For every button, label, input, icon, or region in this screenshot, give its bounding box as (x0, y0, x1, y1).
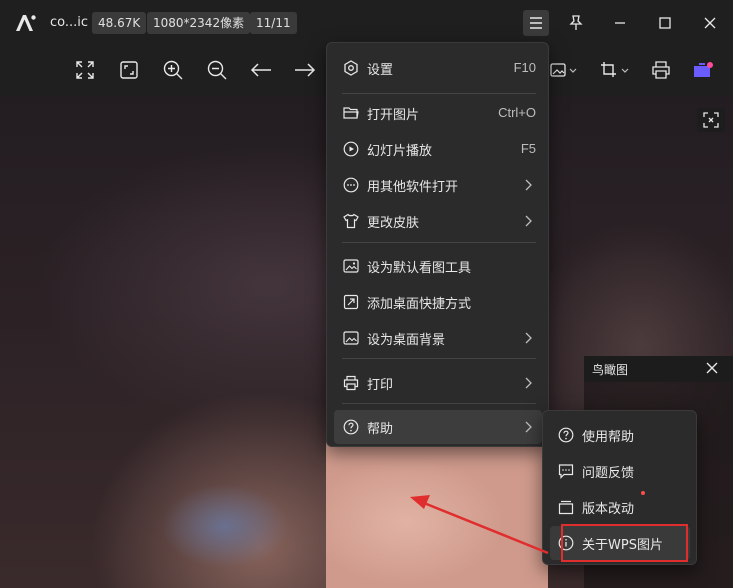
file-size-badge: 48.67K (92, 12, 147, 34)
shirt-icon (343, 213, 359, 229)
menu-item-label: 设为默认看图工具 (367, 261, 472, 276)
menu-separator (342, 93, 536, 94)
fit-to-screen-button[interactable] (697, 108, 725, 132)
menu-item-help[interactable]: 帮助 (334, 410, 542, 444)
menu-item-label: 打开图片 (367, 108, 420, 123)
annotation-highlight-box (561, 524, 688, 562)
title-bar: co...ic 48.67K 1080*2342像素 11/11 (0, 0, 733, 46)
feedback-icon (558, 464, 574, 479)
menu-item-label: 幻灯片播放 (367, 144, 433, 159)
menu-item-label: 更改皮肤 (367, 216, 420, 231)
fullscreen-icon (76, 61, 94, 79)
image-icon (343, 259, 359, 273)
menu-item-open-image[interactable]: 打开图片 Ctrl+O (334, 96, 542, 130)
submenu-item-feedback[interactable]: 问题反馈 (550, 454, 690, 488)
submenu-item-label: 问题反馈 (582, 466, 635, 481)
chevron-right-icon (525, 377, 532, 389)
pin-icon (569, 15, 583, 30)
close-icon[interactable] (705, 361, 719, 375)
submenu-item-label: 版本改动 (582, 502, 635, 517)
image-region (326, 442, 548, 588)
previous-image-button[interactable] (246, 55, 276, 85)
menu-item-label: 用其他软件打开 (367, 180, 459, 195)
overview-title: 鸟瞰图 (592, 363, 629, 377)
menu-item-print[interactable]: 打印 (334, 366, 542, 400)
maximize-button[interactable] (652, 10, 678, 36)
chevron-right-icon (525, 179, 532, 191)
next-image-button[interactable] (290, 55, 320, 85)
menu-item-shortcut: F5 (520, 141, 536, 156)
actual-size-button[interactable] (114, 55, 144, 85)
chevron-right-icon (525, 215, 532, 227)
toolbox-icon (694, 62, 713, 77)
menu-item-shortcut: F10 (513, 60, 536, 75)
menu-separator (342, 358, 536, 359)
maximize-icon (659, 17, 671, 29)
pin-button[interactable] (563, 10, 589, 36)
menu-item-label: 帮助 (367, 422, 394, 437)
shortcut-icon (343, 294, 359, 310)
menu-separator (342, 403, 536, 404)
menu-item-add-desktop-shortcut[interactable]: 添加桌面快捷方式 (334, 285, 542, 319)
menu-item-label: 添加桌面快捷方式 (367, 297, 472, 312)
minimize-button[interactable] (607, 10, 633, 36)
menu-item-set-default-viewer[interactable]: 设为默认看图工具 (334, 249, 542, 283)
hamburger-menu-icon (530, 17, 542, 29)
submenu-item-changelog[interactable]: 版本改动 (550, 490, 690, 524)
version-icon (558, 500, 574, 515)
menu-item-open-with[interactable]: 用其他软件打开 (334, 168, 542, 202)
menu-item-set-wallpaper[interactable]: 设为桌面背景 (334, 321, 542, 355)
menu-item-label: 打印 (367, 378, 394, 393)
zoom-out-icon (207, 60, 227, 80)
print-button[interactable] (646, 55, 676, 85)
image-dimensions-badge: 1080*2342像素 (147, 12, 251, 34)
notification-dot (641, 491, 645, 495)
arrow-right-icon (295, 63, 316, 77)
menu-item-label: 设置 (367, 63, 394, 78)
close-icon (704, 17, 716, 29)
submenu-item-user-help[interactable]: 使用帮助 (550, 418, 690, 452)
chevron-right-icon (525, 332, 532, 344)
gear-icon (344, 60, 358, 76)
image-index-badge: 11/11 (250, 12, 297, 34)
help-circle-icon (343, 419, 359, 435)
fullscreen-button[interactable] (70, 55, 100, 85)
close-button[interactable] (697, 10, 723, 36)
folder-open-icon (343, 107, 359, 119)
more-circle-icon (343, 177, 359, 193)
menu-item-shortcut: Ctrl+O (498, 105, 536, 120)
help-circle-icon (558, 427, 574, 443)
crop-icon (601, 62, 629, 77)
wallpaper-icon (343, 331, 359, 345)
main-menu-button[interactable] (523, 10, 549, 36)
menu-item-change-skin[interactable]: 更改皮肤 (334, 204, 542, 238)
image-edit-icon (550, 63, 577, 77)
membership-tools-button[interactable] (688, 55, 718, 85)
main-menu: 设置 F10 打开图片 Ctrl+O 幻灯片播放 F5 用其他软件打开 更改皮肤 (326, 42, 549, 447)
arrow-left-icon (250, 63, 271, 77)
play-circle-icon (343, 141, 359, 157)
menu-item-label: 设为桌面背景 (367, 333, 446, 348)
printer-icon (343, 375, 359, 391)
printer-icon (652, 61, 670, 79)
menu-item-settings[interactable]: 设置 F10 (334, 51, 542, 85)
crop-dropdown[interactable] (598, 55, 632, 85)
fit-window-icon (120, 61, 138, 79)
app-logo-icon (16, 15, 36, 31)
zoom-in-button[interactable] (158, 55, 188, 85)
image-tools-dropdown[interactable] (548, 55, 580, 85)
overview-header: 鸟瞰图 (584, 356, 733, 382)
file-name: co...ic (50, 15, 89, 30)
zoom-in-icon (163, 60, 183, 80)
minimize-icon (615, 22, 625, 24)
menu-separator (342, 242, 536, 243)
menu-item-slideshow[interactable]: 幻灯片播放 F5 (334, 132, 542, 166)
submenu-item-label: 使用帮助 (582, 430, 635, 445)
fit-screen-icon (703, 112, 719, 128)
zoom-out-button[interactable] (202, 55, 232, 85)
chevron-right-icon (525, 421, 532, 433)
